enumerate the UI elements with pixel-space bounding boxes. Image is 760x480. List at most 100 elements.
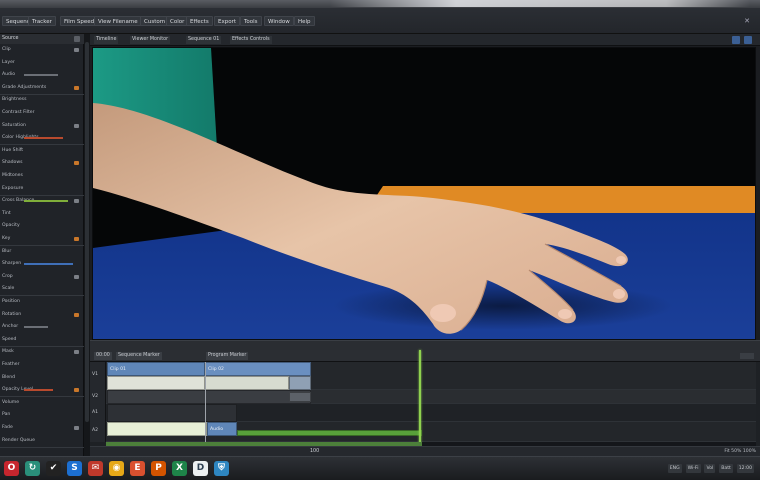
row-toggle-icon[interactable] <box>74 388 79 393</box>
tab-effects-controls[interactable]: Effects Controls <box>230 36 272 44</box>
left-panel-row[interactable]: Crop <box>0 273 84 281</box>
left-panel-row[interactable]: Brightness <box>0 96 84 104</box>
row-toggle-icon[interactable] <box>74 350 79 355</box>
tray-wifi-icon[interactable]: Wi-Fi <box>685 464 701 473</box>
menu-item-film-speed[interactable]: Film Speed <box>60 16 99 26</box>
left-panel-row[interactable]: Feather <box>0 361 84 369</box>
video-clip-1[interactable]: Clip 01 <box>107 362 205 376</box>
close-window-icon[interactable]: ✕ <box>742 16 752 26</box>
panel-menu-icon[interactable] <box>74 36 80 42</box>
track-v1[interactable]: Clip 01 Clip 02 <box>106 362 756 390</box>
left-panel-row[interactable]: Contrast Filter <box>0 109 84 117</box>
ruler-marker-program[interactable]: Program Marker <box>206 352 249 360</box>
menu-item-effects[interactable]: Effects <box>186 16 213 26</box>
menu-item-help[interactable]: Help <box>294 16 315 26</box>
editor-icon[interactable]: E <box>130 461 145 476</box>
row-toggle-icon[interactable] <box>74 237 79 241</box>
left-panel-scroll-thumb[interactable] <box>85 42 89 422</box>
left-panel-row[interactable]: Fade <box>0 424 84 432</box>
audio-clip-1[interactable] <box>107 404 237 422</box>
tray-clock[interactable]: 12:00 <box>736 464 754 473</box>
zoom-50-button[interactable]: 50% <box>731 449 741 454</box>
left-panel-row[interactable]: Audio <box>0 71 84 79</box>
row-level-bar[interactable] <box>24 200 68 203</box>
row-level-bar[interactable] <box>24 137 63 140</box>
sync-icon[interactable]: ↻ <box>25 461 40 476</box>
track-a1[interactable] <box>106 404 756 422</box>
left-panel-row[interactable]: Anchor <box>0 323 84 331</box>
zoom-100-button[interactable]: 100% <box>743 449 756 454</box>
left-panel-row[interactable]: Midtones <box>0 172 84 180</box>
viewer-expand-icon[interactable] <box>744 36 752 44</box>
left-panel-row[interactable]: Layer <box>0 59 84 67</box>
video-clip-2-tail[interactable] <box>289 376 311 390</box>
row-toggle-icon[interactable] <box>74 312 79 317</box>
checkmark-icon[interactable]: ✔ <box>46 461 61 476</box>
adjustment-clip[interactable] <box>107 390 311 404</box>
timeline-ruler[interactable]: 00:00 Sequence Marker Program Marker <box>90 350 760 362</box>
left-panel-row[interactable]: Position <box>0 298 84 306</box>
adjustment-clip-tail[interactable] <box>289 392 311 402</box>
row-toggle-icon[interactable] <box>74 161 79 166</box>
left-panel-row[interactable]: Exposure <box>0 185 84 193</box>
menu-item-view-filename[interactable]: View Filename <box>94 16 142 26</box>
menu-item-tools[interactable]: Tools <box>240 16 262 26</box>
left-panel-row[interactable]: Hue Shift <box>0 147 84 155</box>
left-panel-row[interactable]: Key <box>0 235 84 243</box>
viewer-settings-icon[interactable] <box>732 36 740 44</box>
video-clip-2[interactable]: Clip 02 <box>205 362 311 376</box>
spreadsheet-icon[interactable]: X <box>172 461 187 476</box>
left-panel-row[interactable]: Clip <box>0 46 84 54</box>
left-panel-row[interactable]: Mask <box>0 348 84 356</box>
row-toggle-icon[interactable] <box>74 199 79 204</box>
tab-timeline[interactable]: Timeline <box>94 36 119 44</box>
left-panel-row[interactable]: Saturation <box>0 122 84 130</box>
video-clip-1-thumbs[interactable] <box>107 376 205 390</box>
left-panel-row[interactable]: Color Highlights <box>0 134 84 142</box>
left-panel-row[interactable]: Opacity Level <box>0 386 84 394</box>
track-v2[interactable] <box>106 390 756 404</box>
tray-language[interactable]: ENG <box>667 464 682 473</box>
mail-icon[interactable]: ✉ <box>88 461 103 476</box>
left-panel-row[interactable]: Volume <box>0 399 84 407</box>
track-head-v1[interactable]: V1 <box>90 362 106 390</box>
left-panel-row[interactable]: Speed <box>0 336 84 344</box>
row-level-bar[interactable] <box>24 263 73 266</box>
left-panel-row[interactable]: Sharpen <box>0 260 84 268</box>
video-preview[interactable] <box>92 47 756 340</box>
tray-battery-icon[interactable]: Batt <box>719 464 733 473</box>
document-icon[interactable]: D <box>193 461 208 476</box>
ruler-zoom-control[interactable] <box>740 353 754 359</box>
row-toggle-icon[interactable] <box>74 426 79 430</box>
menu-item-tracker[interactable]: Tracker <box>28 16 56 26</box>
menu-item-export[interactable]: Export <box>214 16 241 26</box>
track-head-a2[interactable]: A2 <box>90 422 106 442</box>
left-panel-row[interactable]: Scale <box>0 285 84 293</box>
track-head-a1[interactable]: A1 <box>90 404 106 422</box>
audio-clip-3[interactable]: Audio <box>207 422 237 436</box>
tab-sequence[interactable]: Sequence 01 <box>186 36 222 44</box>
tab-viewer-monitor[interactable]: Viewer Monitor <box>130 36 171 44</box>
left-panel-row[interactable]: Blend <box>0 374 84 382</box>
zoom-fit-button[interactable]: Fit <box>724 449 729 454</box>
track-a2[interactable]: Audio <box>106 422 756 442</box>
left-panel-row[interactable]: Opacity <box>0 222 84 230</box>
audio-clip-2[interactable] <box>107 422 207 436</box>
row-toggle-icon[interactable] <box>74 123 79 128</box>
menu-item-custom[interactable]: Custom <box>140 16 170 26</box>
in-point-marker[interactable] <box>205 362 206 448</box>
playhead[interactable] <box>419 350 421 448</box>
tray-volume-icon[interactable]: Vol <box>704 464 716 473</box>
audio-waveform-clip[interactable] <box>237 430 422 436</box>
presentation-icon[interactable]: P <box>151 461 166 476</box>
left-panel-row[interactable]: Grade Adjustments <box>0 84 84 92</box>
row-level-bar[interactable] <box>24 389 53 392</box>
left-panel-row[interactable]: Render Queue <box>0 437 84 445</box>
left-panel-row[interactable]: Shadows <box>0 159 84 167</box>
left-panel-row[interactable]: Cross Balance <box>0 197 84 205</box>
track-head-v2[interactable]: V2 <box>90 390 106 404</box>
video-clip-2-thumbs[interactable] <box>205 376 289 390</box>
menu-item-window[interactable]: Window <box>264 16 294 26</box>
row-toggle-icon[interactable] <box>74 85 79 90</box>
left-panel-row[interactable]: Pan <box>0 411 84 419</box>
